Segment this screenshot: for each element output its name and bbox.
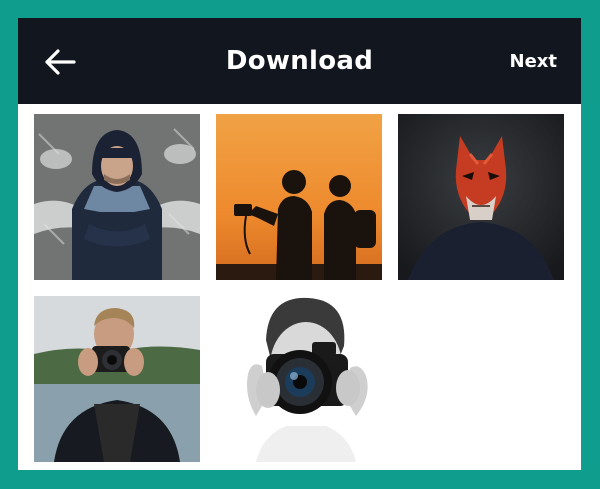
app-frame: Download Next [18, 18, 581, 470]
photo-thumbnail-hoodie[interactable] [34, 114, 200, 280]
page-title: Download [225, 46, 374, 76]
photo-thumbnail-fox-mask[interactable] [398, 114, 564, 280]
next-button[interactable]: Next [510, 18, 558, 104]
photo-thumbnail-silhouettes[interactable] [216, 114, 382, 280]
photo-thumbnail-camera-lake[interactable] [34, 296, 200, 462]
top-bar: Download Next [18, 18, 581, 104]
photo-thumbnail-camera-bw[interactable] [216, 296, 382, 462]
